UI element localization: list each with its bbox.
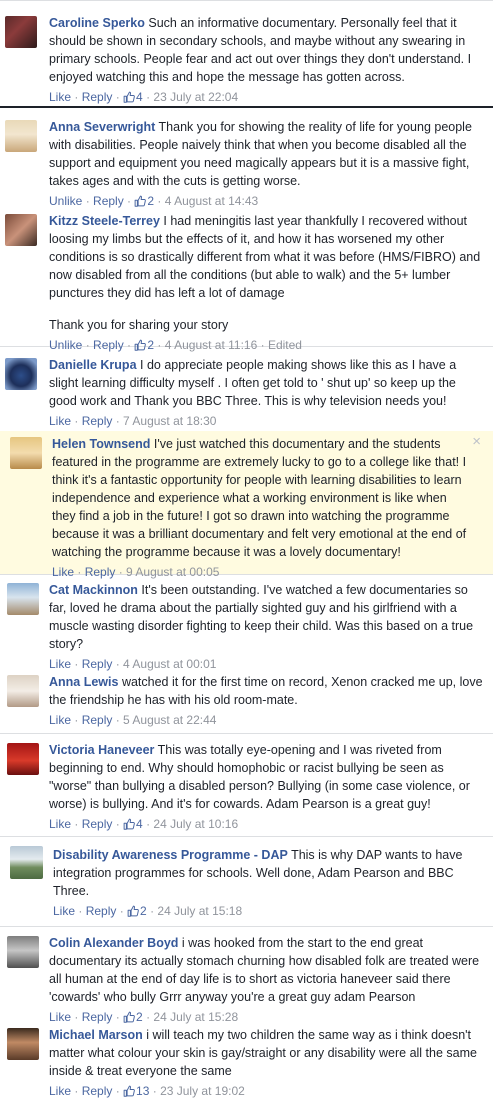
- reply-button[interactable]: Reply: [86, 904, 117, 918]
- avatar[interactable]: [7, 1028, 39, 1060]
- avatar[interactable]: [10, 846, 43, 879]
- like-count[interactable]: 4: [123, 90, 143, 104]
- close-icon[interactable]: ×: [472, 434, 481, 449]
- comment-actions: Like · Reply · 7 August at 18:30: [49, 414, 217, 428]
- avatar[interactable]: [5, 358, 37, 390]
- like-button[interactable]: Like: [49, 817, 71, 831]
- avatar[interactable]: [7, 583, 39, 615]
- comment-actions: Like · Reply · 4 · 23 July at 22:04: [49, 90, 239, 104]
- comment-author[interactable]: Colin Alexander Boyd: [49, 936, 178, 950]
- avatar[interactable]: [5, 120, 37, 152]
- like-button[interactable]: Like: [53, 904, 75, 918]
- comment: Anna Severwright Thank you for showing t…: [0, 108, 493, 208]
- comment: Michael Marson i will teach my two child…: [0, 1023, 493, 1101]
- reply-button[interactable]: Reply: [82, 414, 113, 428]
- comment-date[interactable]: 23 July at 19:02: [160, 1084, 245, 1098]
- avatar[interactable]: [10, 437, 42, 469]
- comment-author[interactable]: Cat Mackinnon: [49, 583, 138, 597]
- reply-button[interactable]: Reply: [82, 1010, 113, 1024]
- comment: Danielle Krupa I do appreciate people ma…: [0, 347, 493, 431]
- thumbs-up-icon: [123, 1085, 135, 1097]
- reply-button[interactable]: Reply: [82, 817, 113, 831]
- comment-author[interactable]: Anna Severwright: [49, 120, 155, 134]
- comment: Caroline Sperko Such an informative docu…: [0, 0, 493, 106]
- like-button[interactable]: Like: [49, 414, 71, 428]
- comment-actions: Like · Reply · 2 · 24 July at 15:18: [53, 904, 243, 918]
- like-count[interactable]: 13: [123, 1084, 149, 1098]
- thumbs-up-icon: [123, 1011, 135, 1023]
- comment-highlighted: × Helen Townsend I've just watched this …: [0, 431, 493, 579]
- comment: Colin Alexander Boyd i was hooked from t…: [0, 927, 493, 1024]
- comment-date[interactable]: 24 July at 15:18: [157, 904, 242, 918]
- comment-date[interactable]: 5 August at 22:44: [123, 713, 216, 727]
- comment: Cat Mackinnon It's been outstanding. I'v…: [0, 575, 493, 671]
- like-button[interactable]: Like: [49, 1010, 71, 1024]
- comment-author[interactable]: Kitzz Steele-Terrey: [49, 214, 160, 228]
- comment-date[interactable]: 23 July at 22:04: [153, 90, 238, 104]
- comment-date[interactable]: 7 August at 18:30: [123, 414, 216, 428]
- comment: Disability Awareness Programme - DAP Thi…: [0, 837, 493, 926]
- comment-date[interactable]: 24 July at 15:28: [153, 1010, 238, 1024]
- thumbs-up-icon: [127, 905, 139, 917]
- comment-text-paragraph: Thank you for sharing your story: [49, 318, 229, 332]
- like-button[interactable]: Like: [49, 713, 71, 727]
- avatar[interactable]: [7, 675, 39, 707]
- comment-date[interactable]: 24 July at 10:16: [153, 817, 238, 831]
- comment-author[interactable]: Michael Marson: [49, 1028, 143, 1042]
- reply-button[interactable]: Reply: [82, 713, 113, 727]
- comment-author[interactable]: Anna Lewis: [49, 675, 118, 689]
- avatar[interactable]: [5, 16, 37, 48]
- reply-button[interactable]: Reply: [82, 90, 113, 104]
- avatar[interactable]: [7, 936, 39, 968]
- comment-actions: Like · Reply · 13 · 23 July at 19:02: [49, 1084, 245, 1098]
- avatar[interactable]: [7, 743, 39, 775]
- comment: Kitzz Steele-Terrey I had meningitis las…: [0, 206, 493, 352]
- like-count[interactable]: 2: [127, 904, 147, 918]
- reply-button[interactable]: Reply: [82, 1084, 113, 1098]
- comment-actions: Like · Reply · 5 August at 22:44: [49, 713, 217, 727]
- avatar[interactable]: [5, 214, 37, 246]
- thumbs-up-icon: [123, 91, 135, 103]
- comment-author[interactable]: Danielle Krupa: [49, 358, 137, 372]
- comment: Victoria Haneveer This was totally eye-o…: [0, 734, 493, 836]
- comment-actions: Like · Reply · 4 · 24 July at 10:16: [49, 817, 239, 831]
- comment: Anna Lewis watched it for the first time…: [0, 667, 493, 733]
- like-count[interactable]: 4: [123, 817, 143, 831]
- comment-author[interactable]: Caroline Sperko: [49, 16, 145, 30]
- thumbs-up-icon: [123, 818, 135, 830]
- like-count[interactable]: 2: [123, 1010, 143, 1024]
- comment-author[interactable]: Victoria Haneveer: [49, 743, 154, 757]
- comment-author[interactable]: Disability Awareness Programme - DAP: [53, 848, 288, 862]
- like-button[interactable]: Like: [49, 1084, 71, 1098]
- comment-author[interactable]: Helen Townsend: [52, 437, 150, 451]
- comment-text: I've just watched this documentary and t…: [52, 437, 467, 559]
- like-button[interactable]: Like: [49, 90, 71, 104]
